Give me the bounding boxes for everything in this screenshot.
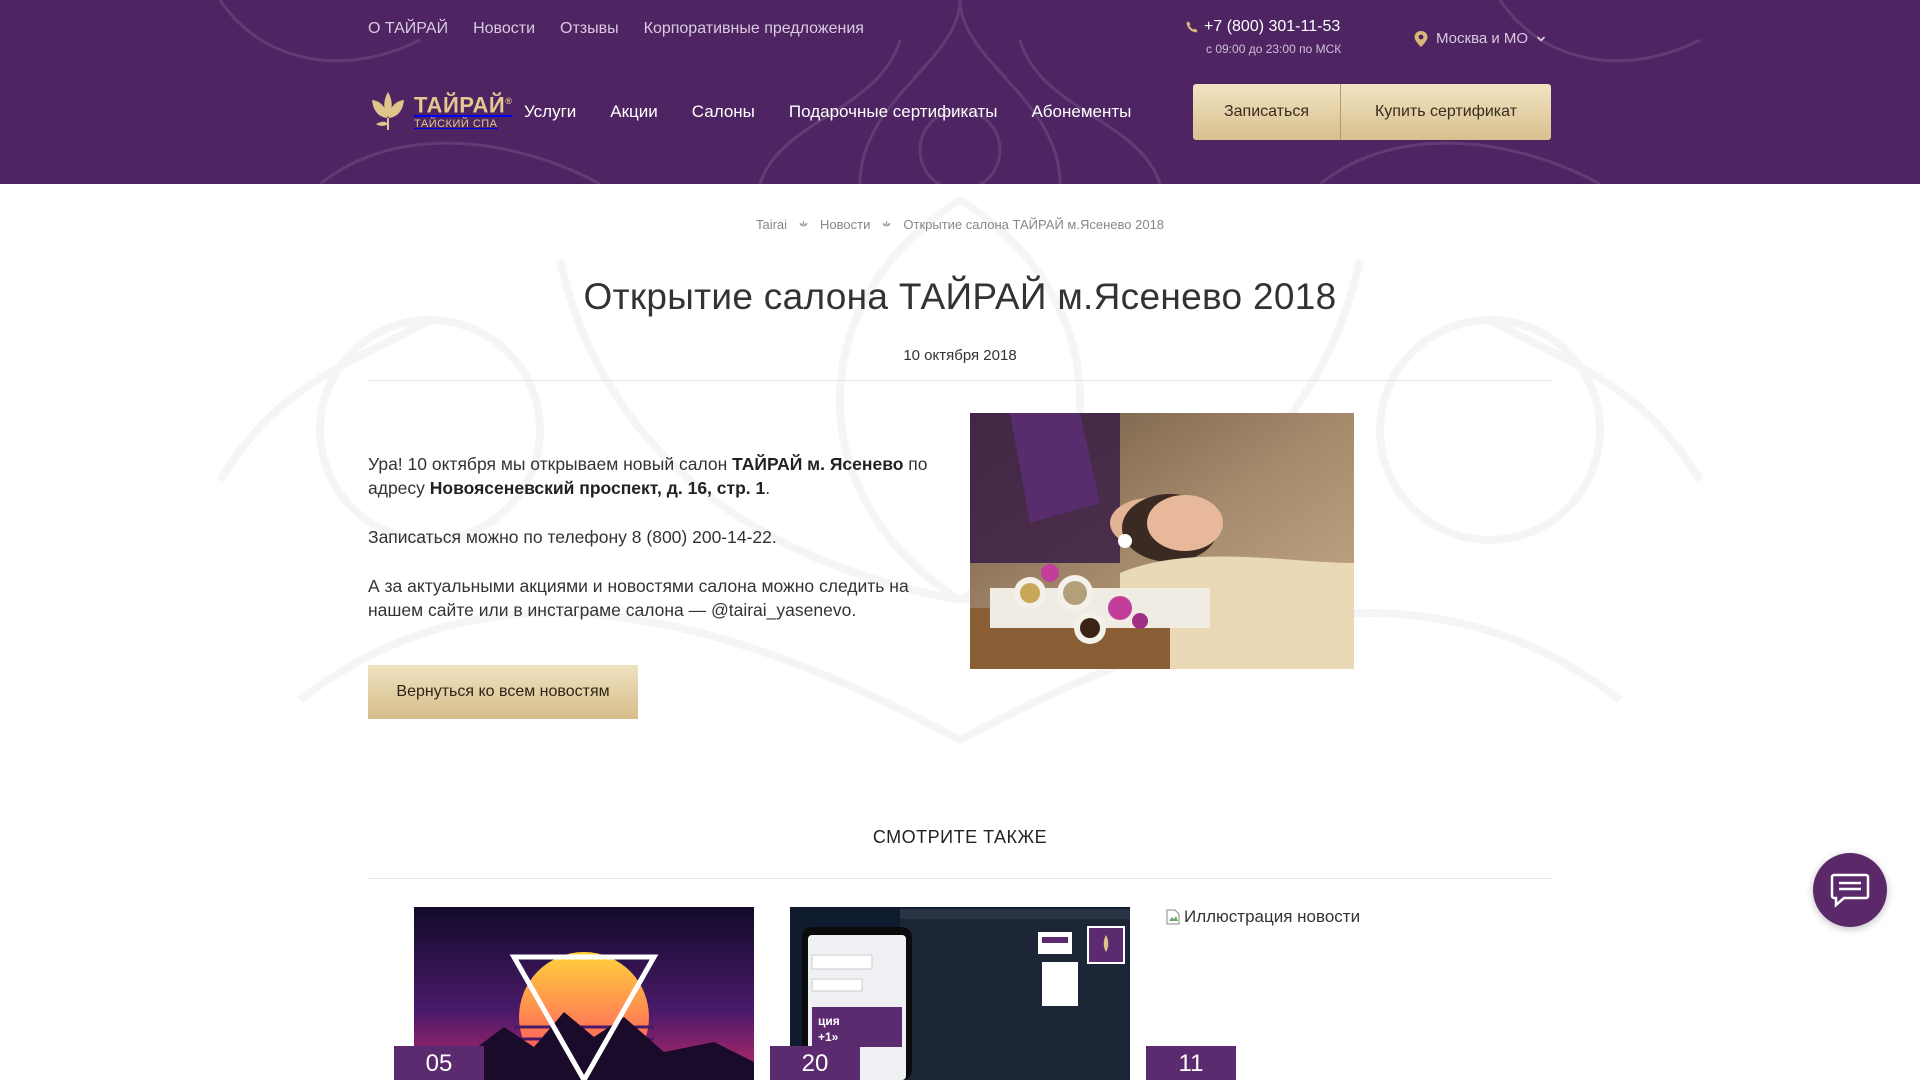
top-link-about[interactable]: О ТАЙРАЙ <box>368 19 448 39</box>
nav-promotions[interactable]: Акции <box>610 101 658 123</box>
chat-icon <box>1830 873 1870 908</box>
divider <box>368 380 1552 381</box>
location-pin-icon <box>1414 30 1428 47</box>
svg-text:ция: ция <box>818 1014 840 1028</box>
top-link-news[interactable]: Новости <box>473 19 535 39</box>
broken-image-alt: Иллюстрация новости <box>1184 907 1361 926</box>
breadcrumb-separator-icon <box>882 220 891 227</box>
logo-name: ТАЙРАЙ® <box>414 92 513 118</box>
top-links: О ТАЙРАЙ Новости Отзывы Корпоративные пр… <box>368 19 864 39</box>
breadcrumb: Tairai Новости Открытие салона ТАЙРАЙ м.… <box>0 217 1920 232</box>
nav-gift-certificates[interactable]: Подарочные сертификаты <box>789 101 998 123</box>
cta-group: Записаться Купить сертификат <box>1193 84 1551 140</box>
buy-certificate-button[interactable]: Купить сертификат <box>1341 84 1551 140</box>
article-body: Ура! 10 октября мы открываем новый салон… <box>368 452 938 647</box>
news-date-badge: 20 <box>770 1046 860 1080</box>
back-to-news-button[interactable]: Вернуться ко всем новостям <box>368 665 638 719</box>
breadcrumb-current: Открытие салона ТАЙРАЙ м.Ясенево 2018 <box>903 217 1165 232</box>
chevron-down-icon <box>1537 35 1546 42</box>
site-header: О ТАЙРАЙ Новости Отзывы Корпоративные пр… <box>0 0 1920 184</box>
see-also-title: СМОТРИТЕ ТАКЖЕ <box>872 827 1048 847</box>
article-paragraph-1: Ура! 10 октября мы открываем новый салон… <box>368 454 928 498</box>
city-label: Москва и МО <box>1436 30 1529 47</box>
header-ornament <box>218 0 1701 184</box>
phone-block: +7 (800) 301-11-53 с 09:00 до 23:00 по М… <box>1186 16 1341 56</box>
chat-button[interactable] <box>1813 853 1887 927</box>
divider <box>368 878 1552 879</box>
article-paragraph-2: Записаться можно по телефону 8 (800) 200… <box>368 527 777 547</box>
city-select[interactable]: Москва и МО <box>1414 30 1546 47</box>
breadcrumb-news[interactable]: Новости <box>820 217 870 232</box>
main-nav: Услуги Акции Салоны Подарочные сертифика… <box>524 101 1131 123</box>
logo-subtitle: ТАЙСКИЙ СПА <box>414 117 498 130</box>
article-paragraph-3: А за актуальными акциями и новостями сал… <box>368 576 909 620</box>
nav-services[interactable]: Услуги <box>524 101 576 123</box>
lotus-logo-icon <box>372 92 404 130</box>
phone-number[interactable]: +7 (800) 301-11-53 <box>1204 16 1340 38</box>
svg-text:+1»: +1» <box>818 1030 839 1044</box>
news-date-badge: 05 <box>394 1046 484 1080</box>
breadcrumb-separator-icon <box>799 220 808 227</box>
top-link-reviews[interactable]: Отзывы <box>560 19 619 39</box>
phone-icon <box>1186 21 1198 33</box>
broken-image-icon <box>1166 909 1180 925</box>
phone-row[interactable]: +7 (800) 301-11-53 <box>1186 16 1341 38</box>
news-date-badge: 11 <box>1146 1046 1236 1080</box>
top-link-corporate[interactable]: Корпоративные предложения <box>644 19 864 39</box>
logo-text: ТАЙРАЙ® ТАЙСКИЙ СПА <box>414 89 512 130</box>
page-title: Открытие салона ТАЙРАЙ м.Ясенево 2018 <box>583 276 1337 317</box>
logo[interactable]: ТАЙРАЙ® ТАЙСКИЙ СПА <box>368 88 512 132</box>
book-button[interactable]: Записаться <box>1193 84 1341 140</box>
nav-salons[interactable]: Салоны <box>692 101 755 123</box>
news-card-broken-image[interactable]: Иллюстрация новости <box>1166 907 1360 927</box>
article-photo <box>970 413 1354 669</box>
nav-subscriptions[interactable]: Абонементы <box>1031 101 1131 123</box>
phone-hours: с 09:00 до 23:00 по МСК <box>1206 42 1342 56</box>
breadcrumb-home[interactable]: Tairai <box>756 217 787 232</box>
page-date: 10 октября 2018 <box>903 347 1017 364</box>
